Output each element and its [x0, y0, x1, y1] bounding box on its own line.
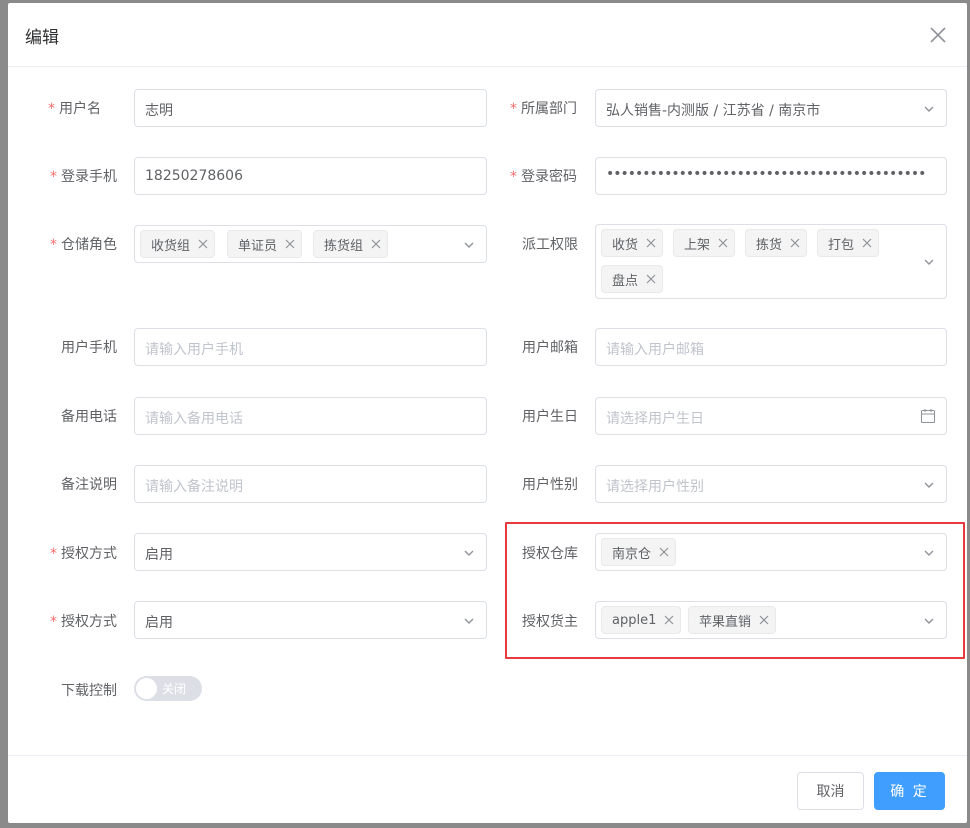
chevron-down-icon — [464, 618, 474, 624]
tag-close-icon[interactable] — [646, 238, 656, 248]
tag-warehouse-role: 拣货组 — [313, 230, 389, 258]
dialog-header: 编辑 — [8, 3, 967, 67]
tag-dispatch-perm: 收货 — [601, 229, 664, 257]
user-gender-placeholder: 请选择用户性别 — [606, 479, 704, 495]
tag-close-icon[interactable] — [285, 239, 295, 249]
remark-placeholder: 请输入备注说明 — [145, 479, 243, 495]
cancel-button[interactable]: 取消 — [797, 772, 864, 810]
password-dots: ••••••••••••••••••••••••••••••••••••••••… — [606, 166, 926, 182]
user-gender-label: 用户性别 — [522, 477, 578, 493]
warehouse-role-label: * 仓储角色 — [50, 237, 117, 253]
auth-mode-value: 启用 — [145, 615, 173, 631]
tag-dispatch-perm: 拣货 — [745, 229, 808, 257]
auth-mode-label: * 授权方式 — [50, 614, 117, 630]
dialog-footer: 取消 确 定 — [8, 755, 967, 823]
auth-mode-select[interactable]: 启用 — [134, 601, 487, 639]
user-birthday-placeholder: 请选择用户生日 — [606, 411, 704, 427]
chevron-down-icon — [924, 259, 934, 265]
tag-close-icon[interactable] — [718, 238, 728, 248]
user-email-label: 用户邮箱 — [522, 340, 578, 356]
chevron-down-icon — [924, 482, 934, 488]
remark-label: 备注说明 — [61, 477, 117, 493]
user-gender-select[interactable]: 请选择用户性别 — [595, 465, 947, 503]
login-phone-input[interactable]: 18250278606 — [134, 157, 487, 195]
confirm-button[interactable]: 确 定 — [874, 772, 945, 810]
chevron-down-icon — [464, 550, 474, 556]
login-password-input[interactable]: ••••••••••••••••••••••••••••••••••••••••… — [595, 157, 947, 195]
tag-dispatch-perm: 盘点 — [601, 265, 664, 293]
user-phone-input[interactable]: 请输入用户手机 — [134, 328, 487, 366]
tag-dispatch-perm: 上架 — [673, 229, 736, 257]
remark-input[interactable]: 请输入备注说明 — [134, 465, 487, 503]
backup-phone-label: 备用电话 — [61, 409, 117, 425]
login-phone-value: 18250278606 — [145, 168, 243, 184]
tag-close-icon[interactable] — [862, 238, 872, 248]
tag-close-icon[interactable] — [790, 238, 800, 248]
download-control-switch[interactable]: 关闭 — [134, 676, 202, 701]
user-phone-label: 用户手机 — [61, 340, 117, 356]
username-label: * 用户名 — [48, 101, 101, 117]
download-control-label: 下载控制 — [61, 683, 117, 699]
login-password-label: * 登录密码 — [510, 169, 577, 185]
calendar-icon — [920, 409, 936, 424]
backup-phone-input[interactable]: 请输入备用电话 — [134, 397, 487, 435]
dispatch-perm-label: 派工权限 — [522, 237, 578, 253]
chevron-down-icon — [464, 242, 474, 248]
login-phone-label: * 登录手机 — [50, 169, 117, 185]
username-input[interactable]: 志明 — [134, 89, 487, 127]
tag-close-icon[interactable] — [198, 239, 208, 249]
edit-dialog: 编辑 * 用户名 志明 * 所属部门 弘人销售-内测版 / 江苏省 / 南京市 * 登… — [8, 3, 967, 823]
dispatch-perm-select[interactable]: 收货 上架 拣货 打包 盘点 — [595, 224, 947, 299]
user-birthday-picker[interactable]: 请选择用户生日 — [595, 397, 947, 435]
tag-close-icon[interactable] — [646, 274, 656, 284]
close-icon[interactable] — [928, 25, 948, 45]
auth-mode-value: 启用 — [145, 547, 173, 563]
user-phone-placeholder: 请输入用户手机 — [145, 342, 243, 358]
user-birthday-label: 用户生日 — [522, 409, 578, 425]
switch-text: 关闭 — [162, 682, 187, 696]
tag-warehouse-role: 单证员 — [227, 230, 303, 258]
user-email-placeholder: 请输入用户邮箱 — [606, 342, 704, 358]
department-cascader[interactable]: 弘人销售-内测版 / 江苏省 / 南京市 — [595, 89, 947, 127]
department-value: 弘人销售-内测版 / 江苏省 / 南京市 — [606, 103, 821, 119]
auth-mode-label: * 授权方式 — [50, 546, 117, 562]
auth-mode-select[interactable]: 启用 — [134, 533, 487, 571]
user-email-input[interactable]: 请输入用户邮箱 — [595, 328, 947, 366]
warehouse-role-select[interactable]: 收货组 单证员 拣货组 — [134, 225, 487, 263]
tag-warehouse-role: 收货组 — [140, 230, 216, 258]
dialog-title: 编辑 — [25, 28, 59, 48]
highlight-box — [505, 522, 965, 659]
backup-phone-placeholder: 请输入备用电话 — [145, 411, 243, 427]
username-value: 志明 — [145, 103, 173, 119]
department-label: * 所属部门 — [510, 101, 577, 117]
switch-knob — [136, 678, 157, 699]
tag-dispatch-perm: 打包 — [817, 229, 880, 257]
tag-close-icon[interactable] — [371, 239, 381, 249]
chevron-down-icon — [924, 106, 934, 112]
